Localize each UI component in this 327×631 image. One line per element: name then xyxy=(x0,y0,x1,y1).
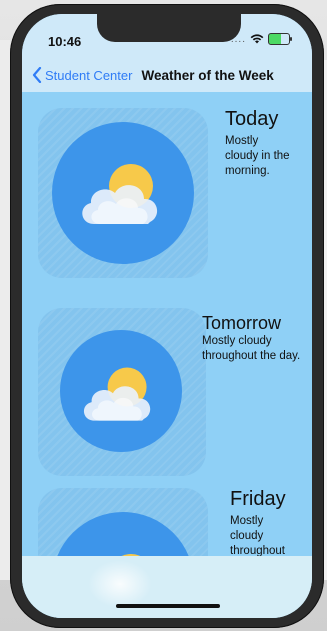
bottom-bar xyxy=(22,556,312,618)
status-icons: .... xyxy=(231,33,292,45)
day-description: Mostly cloudy in the morning. xyxy=(225,135,290,177)
weather-card-today: Today Mostly cloudy in the morning. xyxy=(22,92,312,278)
weather-tile xyxy=(38,108,208,278)
phone-screen: 10:46 .... Student Center Weather of the… xyxy=(22,14,312,618)
desktop-window-edge-left xyxy=(0,40,10,580)
back-button[interactable]: Student Center xyxy=(32,67,132,83)
page-title: Weather of the Week xyxy=(141,67,274,83)
day-name: Friday xyxy=(230,488,286,510)
navigation-bar: Student Center Weather of the Week xyxy=(22,58,312,92)
status-time: 10:46 xyxy=(48,34,82,49)
day-name: Tomorrow xyxy=(202,313,282,333)
wifi-icon xyxy=(250,34,264,44)
battery-icon xyxy=(268,33,292,45)
phone-frame: 10:46 .... Student Center Weather of the… xyxy=(10,4,324,628)
back-button-label: Student Center xyxy=(45,67,133,83)
day-description: Mostly cloudy throughout the day. xyxy=(202,335,301,362)
home-indicator[interactable] xyxy=(116,604,220,608)
weather-card-tomorrow: Tomorrow Mostly cloudy throughout the da… xyxy=(22,292,312,476)
partly-cloudy-icon xyxy=(82,164,158,224)
notch xyxy=(97,14,241,42)
bar-highlight xyxy=(88,560,152,608)
weather-tile xyxy=(38,308,206,476)
chevron-left-icon xyxy=(32,67,42,83)
weather-list[interactable]: Today Mostly cloudy in the morning. Tomo… xyxy=(22,92,312,618)
day-name: Today xyxy=(225,108,279,130)
partly-cloudy-icon xyxy=(83,367,151,421)
